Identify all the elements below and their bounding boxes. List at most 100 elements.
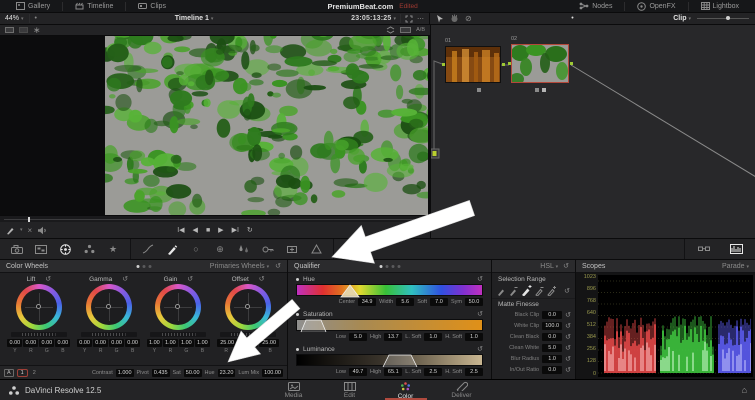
node-output-dot[interactable] — [502, 63, 505, 66]
reset-icon[interactable]: ↺ — [565, 333, 571, 341]
motion-effects-icon[interactable]: ★ — [102, 241, 124, 257]
node-02-thumbnail-selected[interactable] — [511, 44, 569, 83]
sat-low-value[interactable]: 5.0 — [348, 333, 367, 341]
reset-icon[interactable]: ↺ — [565, 355, 571, 363]
cursor-tool-icon[interactable] — [436, 14, 444, 23]
dual-display-icon[interactable] — [400, 27, 412, 33]
lum-lsoft-value[interactable]: 2.5 — [424, 368, 443, 376]
value-box[interactable]: 1.00 — [146, 339, 162, 347]
gamma-color-wheel[interactable] — [85, 284, 132, 330]
node-graph-toggle-icon[interactable] — [693, 241, 715, 257]
picker-icon[interactable] — [497, 286, 506, 296]
pan-tool-icon[interactable] — [450, 14, 459, 23]
key-icon[interactable] — [257, 241, 279, 257]
saturation-range-bar[interactable] — [296, 319, 483, 333]
picker-add-icon[interactable] — [521, 285, 532, 296]
hue-enable-dot[interactable] — [296, 277, 299, 281]
value-box[interactable]: 0.00 — [39, 339, 55, 347]
reset-icon[interactable]: ↺ — [477, 310, 483, 318]
wheel-center-handle[interactable] — [175, 304, 181, 309]
reset-icon[interactable]: ↺ — [259, 275, 265, 283]
reset-icon[interactable]: ↺ — [565, 366, 571, 374]
lightbox-button[interactable]: Lightbox — [693, 0, 747, 13]
reset-icon[interactable]: ↺ — [477, 345, 483, 353]
value-box[interactable]: 1.00 — [194, 339, 210, 347]
stop-button[interactable]: ■ — [206, 227, 210, 234]
camera-raw-icon[interactable] — [6, 241, 28, 257]
softness-subtract-icon[interactable] — [535, 286, 544, 296]
white-clip-value[interactable]: 100.0 — [542, 321, 563, 330]
gain-color-wheel[interactable] — [155, 284, 202, 330]
hue-soft-value[interactable]: 7.0 — [430, 298, 448, 306]
lum-high-value[interactable]: 65.1 — [384, 368, 403, 376]
blur-radius-value[interactable]: 1.0 — [542, 354, 563, 363]
value-box[interactable]: 0.00 — [7, 339, 23, 347]
value-box[interactable]: 0.00 — [23, 339, 39, 347]
clean-black-value[interactable]: 0.0 — [542, 332, 563, 341]
step-back-button[interactable]: ◀ — [193, 226, 198, 234]
value-box[interactable]: 0.00 — [93, 339, 109, 347]
node-output-dot[interactable] — [570, 62, 573, 65]
value-box[interactable]: 1.00 — [178, 339, 194, 347]
disable-node-icon[interactable]: ⊘ — [465, 14, 472, 23]
value-box[interactable]: 0.00 — [125, 339, 141, 347]
lift-master-slider[interactable] — [10, 332, 67, 337]
node-input-dot[interactable] — [508, 62, 511, 65]
lum-hsoft-value[interactable]: 2.5 — [465, 368, 483, 376]
highlight-wand-icon[interactable]: ∗ — [33, 25, 41, 36]
tab-media[interactable]: Media — [273, 380, 315, 400]
contrast-value[interactable]: 1.000 — [115, 368, 134, 377]
reset-icon[interactable]: ↺ — [565, 311, 571, 319]
clip-mode-select[interactable]: Clip ▾ — [673, 15, 691, 22]
node-zoom-slider[interactable] — [697, 16, 749, 20]
timecode-display[interactable]: 23:05:13:25 ▾ — [351, 15, 396, 22]
openfx-button[interactable]: OpenFX — [629, 0, 683, 13]
clear-tool-icon[interactable]: × — [28, 226, 33, 235]
reset-icon[interactable]: ↺ — [565, 322, 571, 330]
picker-subtract-icon[interactable] — [509, 286, 518, 296]
curves-icon[interactable] — [137, 241, 159, 257]
loop-button[interactable]: ↻ — [247, 226, 253, 234]
hue-sym-value[interactable]: 50.0 — [465, 298, 483, 306]
enhanced-viewer-icon[interactable] — [386, 26, 395, 34]
hue-range-bar[interactable] — [296, 284, 483, 298]
pivot-value[interactable]: 0.435 — [151, 368, 170, 377]
tab-color[interactable]: Color — [384, 380, 427, 400]
image-wipe-icon[interactable] — [5, 27, 14, 33]
home-icon[interactable]: ⌂ — [742, 385, 747, 395]
audio-mute-icon[interactable] — [37, 226, 47, 235]
split-screen-icon[interactable] — [19, 27, 28, 33]
node-input-dot[interactable] — [442, 63, 445, 66]
bypass-dot-icon[interactable]: • — [35, 15, 37, 22]
expand-viewer-icon[interactable] — [405, 15, 413, 23]
qualifier-mode-select[interactable]: HSL ▾ — [540, 263, 558, 270]
blur-icon[interactable] — [233, 241, 255, 257]
rgb-mixer-icon[interactable] — [78, 241, 100, 257]
black-clip-value[interactable]: 0.0 — [542, 310, 563, 319]
node-01-thumbnail[interactable] — [445, 46, 501, 83]
options-icon[interactable]: ⋯ — [417, 15, 424, 23]
ab-compare-toggle[interactable]: A/B — [416, 27, 425, 33]
reset-icon[interactable]: ↺ — [45, 275, 51, 283]
timeline-selector[interactable]: Timeline 1 ▾ — [175, 15, 214, 22]
clips-button[interactable]: Clips — [130, 0, 174, 13]
lift-color-wheel[interactable] — [15, 284, 62, 330]
timeline-button[interactable]: Timeline — [67, 0, 121, 13]
viewer-canvas[interactable] — [0, 36, 430, 215]
qualifier-icon[interactable] — [161, 241, 183, 257]
invert-selection-icon[interactable]: ↺ — [564, 287, 570, 295]
clean-white-value[interactable]: 5.0 — [542, 343, 563, 352]
value-box[interactable]: 0.00 — [109, 339, 125, 347]
onscreen-draw-tool-icon[interactable] — [6, 226, 15, 235]
gallery-button[interactable]: Gallery — [8, 0, 58, 13]
sat-lsoft-value[interactable]: 1.0 — [424, 333, 443, 341]
auto-button[interactable]: A — [4, 368, 14, 377]
chevron-down-icon[interactable]: ▾ — [20, 227, 23, 233]
page-dots[interactable] — [136, 264, 151, 268]
reset-icon[interactable]: ↺ — [565, 344, 571, 352]
reset-icon[interactable]: ↺ — [563, 262, 569, 270]
power-window-icon[interactable]: ○ — [185, 241, 207, 257]
hue-width-value[interactable]: 5.6 — [396, 298, 415, 306]
go-to-end-button[interactable]: ▶I — [232, 226, 239, 234]
page-2-button[interactable]: 2 — [31, 370, 38, 376]
